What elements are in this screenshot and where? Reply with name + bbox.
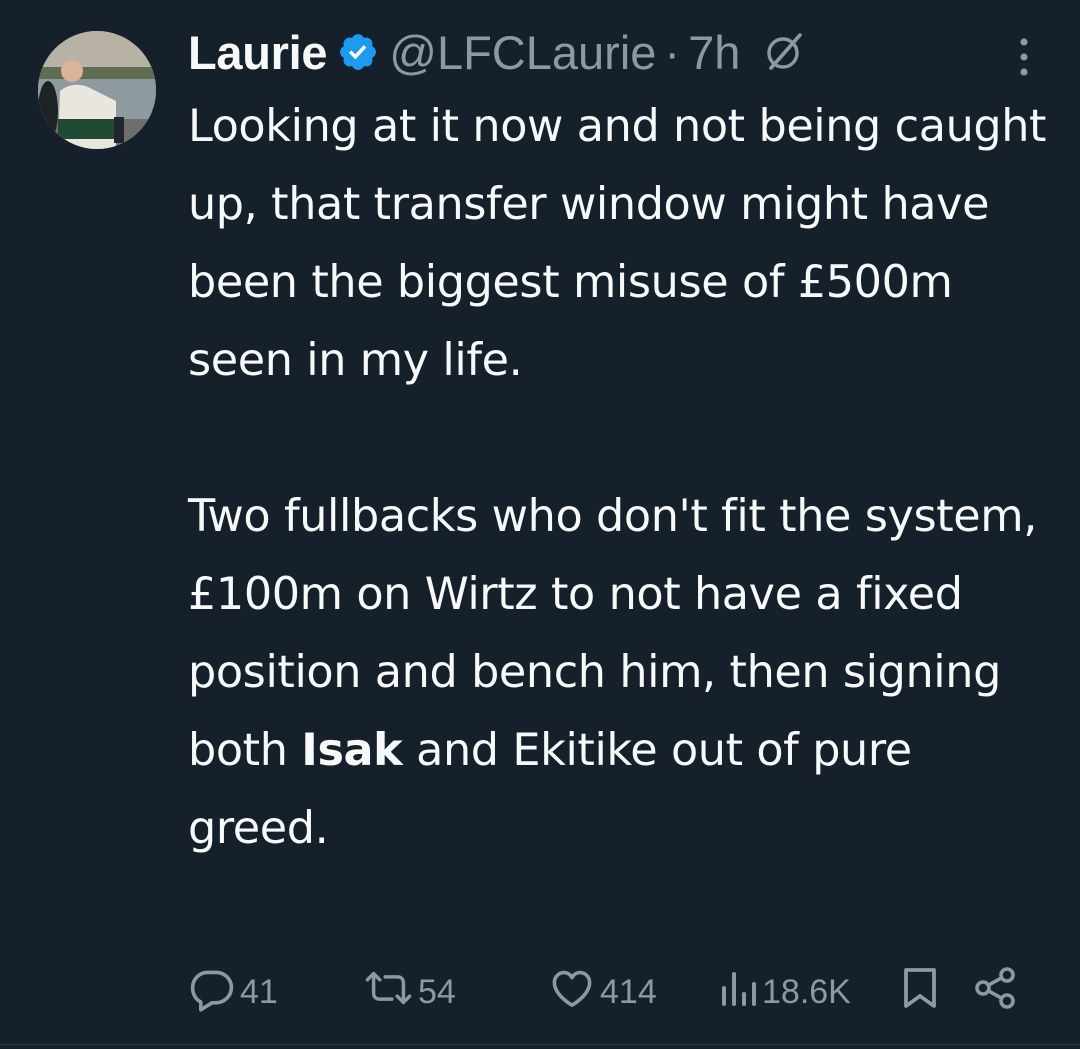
views-icon bbox=[718, 964, 758, 1021]
share-icon bbox=[972, 964, 1020, 1021]
author-handle[interactable]: @LFCLaurie bbox=[389, 25, 656, 80]
more-vertical-icon[interactable] bbox=[1014, 36, 1034, 78]
bookmark-icon bbox=[900, 964, 940, 1021]
divider bbox=[0, 1044, 1080, 1045]
verified-badge-icon[interactable] bbox=[337, 31, 379, 73]
tweet-text: Looking at it now and not being caught u… bbox=[188, 88, 1048, 868]
author-name[interactable]: Laurie bbox=[188, 25, 328, 80]
action-bar: 41 54 414 18.6K bbox=[188, 964, 1038, 1020]
repost-button[interactable]: 54 bbox=[364, 964, 456, 1020]
tweet-paragraph-1: Looking at it now and not being caught u… bbox=[188, 101, 1047, 386]
grok-icon[interactable] bbox=[762, 29, 808, 75]
reply-icon bbox=[188, 964, 236, 1021]
bookmark-button[interactable] bbox=[900, 964, 940, 1020]
heart-icon bbox=[548, 964, 596, 1021]
repost-count: 54 bbox=[418, 972, 456, 1011]
reply-count: 41 bbox=[240, 972, 278, 1011]
like-button[interactable]: 414 bbox=[548, 964, 657, 1020]
reply-button[interactable]: 41 bbox=[188, 964, 278, 1020]
tweet-timestamp[interactable]: 7h bbox=[688, 25, 740, 80]
tweet-header: Laurie @LFCLaurie · 7h bbox=[188, 20, 1060, 84]
views-button[interactable]: 18.6K bbox=[718, 964, 851, 1020]
avatar[interactable] bbox=[38, 31, 156, 149]
views-count: 18.6K bbox=[762, 972, 851, 1011]
header-separator: · bbox=[664, 25, 681, 79]
tweet-bold-word: Isak bbox=[301, 725, 403, 776]
like-count: 414 bbox=[600, 972, 657, 1011]
tweet: Laurie @LFCLaurie · 7h Looking at it now… bbox=[0, 0, 1080, 1049]
repost-icon bbox=[364, 964, 414, 1021]
share-button[interactable] bbox=[972, 964, 1020, 1020]
tweet-paragraph-2: Two fullbacks who don't fit the system, … bbox=[188, 478, 1048, 868]
